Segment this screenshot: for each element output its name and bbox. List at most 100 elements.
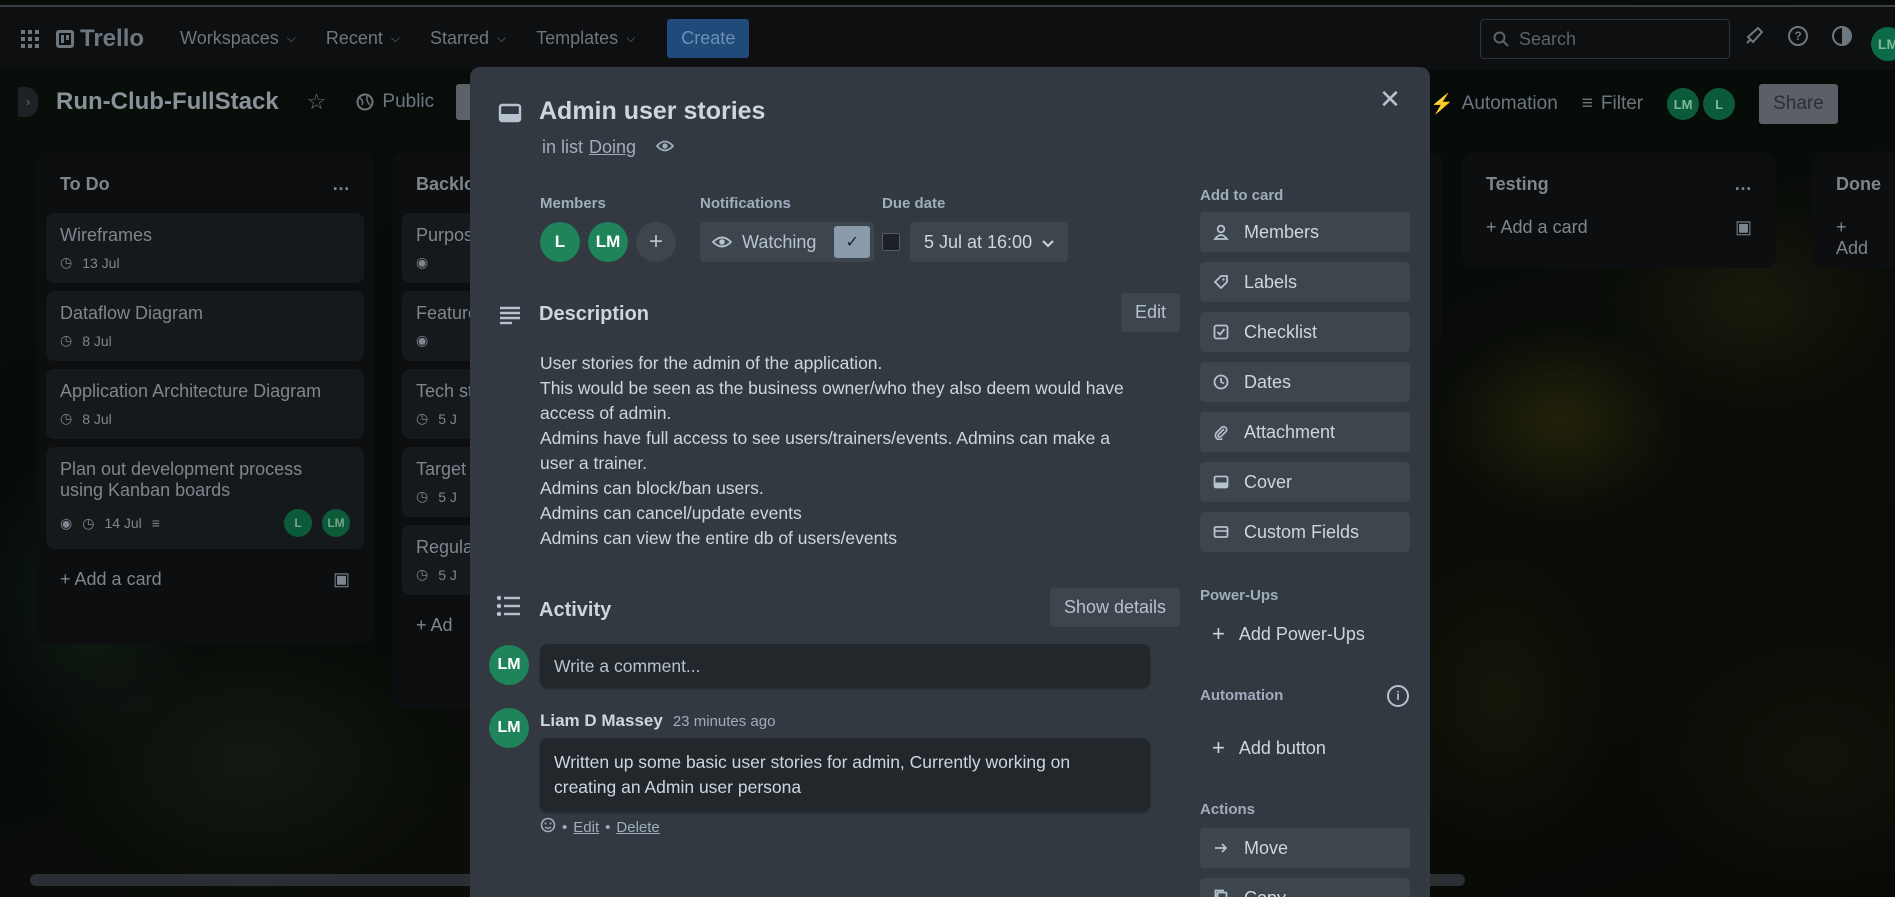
member-avatar[interactable]: L — [540, 222, 580, 262]
card-member-avatar[interactable]: L — [284, 509, 312, 537]
description-line: Admins can view the entire db of users/e… — [540, 528, 897, 548]
sidebar-cover-button[interactable]: Cover — [1200, 462, 1410, 502]
list-card[interactable]: Plan out development process using Kanba… — [46, 447, 364, 549]
chevron-down-icon — [1042, 232, 1054, 253]
comment-author[interactable]: Liam D Massey — [540, 711, 663, 731]
nav-workspaces[interactable]: Workspaces ⌵ — [168, 20, 308, 57]
due-date-value: 5 Jul at 16:00 — [924, 231, 1033, 252]
sidebar-expand-icon[interactable]: › — [18, 87, 38, 117]
filter-label: Filter — [1600, 93, 1644, 114]
due-date-label: Due date — [882, 195, 946, 212]
board-member-avatar[interactable]: LM — [1667, 88, 1700, 120]
chevron-down-icon: ⌵ — [626, 31, 636, 45]
sidebar-custom-fields-button[interactable]: Custom Fields — [1200, 512, 1410, 552]
add-reaction-icon[interactable] — [540, 817, 556, 837]
theme-toggle-icon[interactable] — [1831, 25, 1853, 53]
list-card[interactable]: Wireframes ◷ 13 Jul — [46, 213, 364, 283]
help-icon[interactable]: ? — [1787, 25, 1809, 53]
members-label: Members — [540, 195, 606, 212]
board-member-avatar[interactable]: L — [1703, 88, 1736, 120]
share-button[interactable]: Share — [1759, 84, 1838, 124]
nav-templates[interactable]: Templates ⌵ — [524, 20, 647, 57]
list-menu-icon[interactable]: … — [1734, 174, 1752, 195]
comment-author-avatar[interactable]: LM — [489, 708, 529, 748]
description-line: Admins have full access to see users/tra… — [540, 428, 1110, 473]
delete-comment-link[interactable]: Delete — [616, 819, 659, 836]
nav-label: Workspaces — [180, 28, 279, 48]
member-avatar[interactable]: LM — [588, 222, 628, 262]
due-date-button[interactable]: 5 Jul at 16:00 — [910, 222, 1069, 262]
card-date: 14 Jul — [104, 515, 142, 531]
close-icon[interactable]: ✕ — [1370, 79, 1410, 119]
sidebar-labels-button[interactable]: Labels — [1200, 262, 1410, 302]
sidebar-checklist-button[interactable]: Checklist — [1200, 312, 1410, 352]
app-switcher-icon[interactable] — [14, 23, 46, 55]
notifications-megaphone-icon[interactable] — [1745, 25, 1765, 53]
comment-timestamp[interactable]: 23 minutes ago — [673, 713, 776, 730]
clock-icon — [1212, 374, 1230, 390]
description-text[interactable]: User stories for the admin of the applic… — [540, 351, 1140, 551]
automation-button[interactable]: ⚡ Automation — [1430, 92, 1558, 116]
edit-description-button[interactable]: Edit — [1121, 293, 1181, 332]
add-to-card-label: Add to card — [1200, 187, 1284, 204]
star-icon[interactable]: ☆ — [307, 89, 327, 115]
add-member-button[interactable]: + — [636, 222, 676, 262]
visibility-button[interactable]: Public — [356, 91, 434, 113]
nav-recent[interactable]: Recent ⌵ — [314, 20, 412, 57]
add-card-label: Add a card — [74, 569, 162, 589]
add-card-button[interactable]: + Add a card ▣ — [1462, 205, 1776, 250]
copy-button[interactable]: Copy — [1200, 878, 1410, 897]
svg-text:?: ? — [1794, 29, 1801, 43]
edit-comment-link[interactable]: Edit — [573, 819, 599, 836]
list-card[interactable]: Dataflow Diagram ◷ 8 Jul — [46, 291, 364, 361]
move-button[interactable]: Move — [1200, 828, 1410, 868]
nav-starred[interactable]: Starred ⌵ — [418, 20, 518, 57]
card-member-avatar[interactable]: LM — [322, 509, 350, 537]
chevron-down-icon: ⌵ — [497, 31, 507, 45]
add-button-button[interactable]: + Add button — [1200, 728, 1410, 768]
list-title[interactable]: Testing — [1486, 174, 1549, 195]
due-complete-checkbox[interactable] — [882, 233, 900, 251]
template-icon[interactable]: ▣ — [1735, 217, 1752, 238]
list-title[interactable]: Done — [1836, 174, 1881, 195]
arrow-right-icon — [1212, 840, 1230, 856]
info-icon[interactable]: i — [1387, 685, 1409, 707]
add-button-label: Add button — [1238, 737, 1326, 758]
list-card[interactable]: Application Architecture Diagram ◷ 8 Jul — [46, 369, 364, 439]
in-list-line: in list Doing — [542, 137, 675, 158]
tag-icon — [1212, 274, 1230, 290]
sidebar-button-label: Cover — [1244, 471, 1293, 492]
add-card-button[interactable]: + Add a card ▣ — [36, 557, 374, 602]
list-title[interactable]: Backlo — [416, 174, 475, 195]
list-menu-icon[interactable]: … — [332, 174, 350, 195]
comment-input[interactable]: Write a comment... — [540, 644, 1150, 688]
create-button[interactable]: Create — [667, 19, 750, 58]
watch-button[interactable]: Watching ✓ — [700, 222, 875, 262]
search-input[interactable]: Search — [1480, 19, 1730, 59]
list-title[interactable]: To Do — [60, 174, 110, 195]
list-done: Done + Add — [1812, 152, 1895, 268]
sidebar-members-button[interactable]: Members — [1200, 212, 1410, 252]
notifications-label: Notifications — [700, 195, 791, 212]
trello-logo[interactable]: Trello — [56, 25, 144, 53]
plus-icon: + — [60, 569, 71, 589]
filter-button[interactable]: ≡ Filter — [1582, 93, 1643, 115]
card-title-heading[interactable]: Admin user stories — [539, 97, 765, 126]
board-title[interactable]: Run-Club-FullStack — [56, 88, 279, 116]
show-details-button[interactable]: Show details — [1050, 588, 1181, 627]
sidebar-attachment-button[interactable]: Attachment — [1200, 412, 1410, 452]
comment-user-avatar[interactable]: LM — [489, 645, 529, 685]
sidebar-dates-button[interactable]: Dates — [1200, 362, 1410, 402]
activity-icon — [496, 595, 522, 622]
account-avatar[interactable]: LM — [1871, 27, 1895, 61]
comment-placeholder: Write a comment... — [554, 655, 701, 676]
add-power-ups-button[interactable]: + Add Power-Ups — [1200, 614, 1410, 654]
plus-icon: + — [1212, 735, 1225, 760]
card-title: Regula — [416, 537, 474, 557]
globe-icon — [356, 93, 374, 111]
add-card-label: Add — [1836, 238, 1869, 258]
list-link[interactable]: Doing — [589, 137, 636, 158]
add-card-button[interactable]: + Add — [1812, 205, 1895, 271]
top-navigation: Trello Workspaces ⌵ Recent ⌵ Starred ⌵ Temp… — [0, 5, 1895, 70]
template-icon[interactable]: ▣ — [333, 569, 350, 590]
